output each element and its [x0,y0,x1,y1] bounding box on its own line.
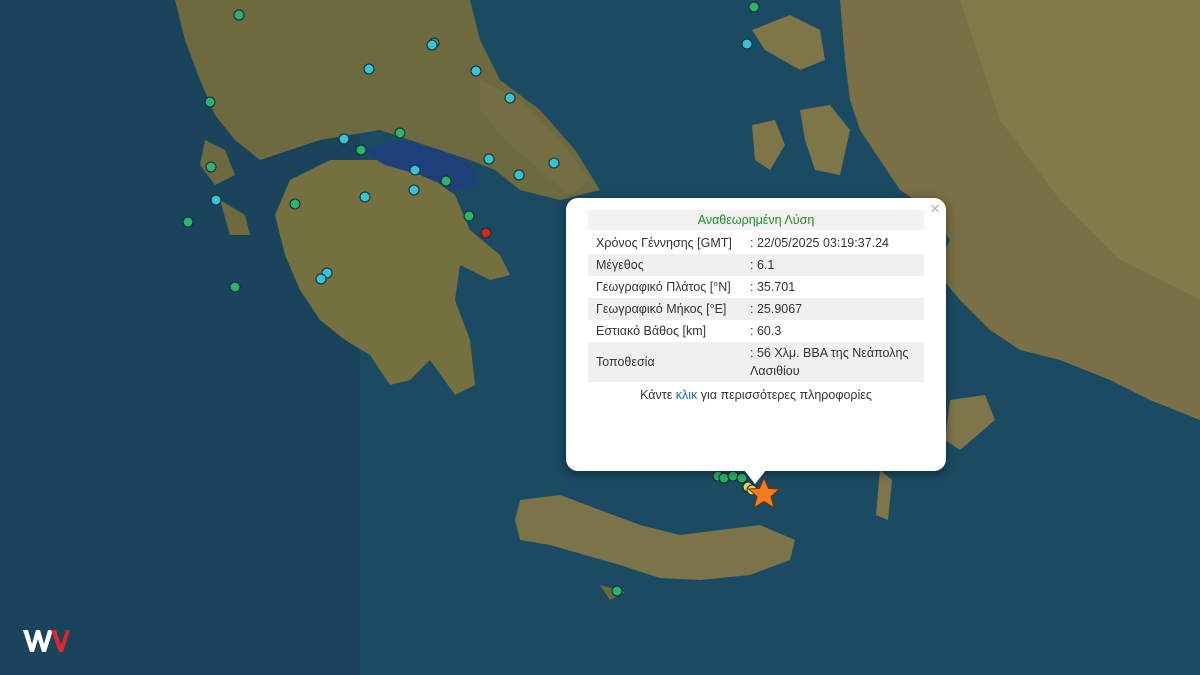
detail-value: : 60.3 [742,320,924,342]
detail-row-origin-time: Χρόνος Γέννησης [GMT] : 22/05/2025 03:19… [588,232,924,254]
detail-value: : 6.1 [742,254,924,276]
earthquake-marker[interactable] [408,184,420,196]
detail-row-latitude: Γεωγραφικό Πλάτος [°N] : 35.701 [588,276,924,298]
more-info-line: Κάντε κλικ για περισσότερες πληροφορίες [588,388,924,402]
earthquake-marker[interactable] [363,63,375,75]
earthquake-marker[interactable] [548,157,560,169]
earthquake-marker[interactable] [338,133,350,145]
detail-value: : 25.9067 [742,298,924,320]
detail-key: Γεωγραφικό Πλάτος [°N] [588,276,742,298]
earthquake-marker[interactable] [440,175,452,187]
earthquake-marker[interactable] [611,585,623,597]
detail-key: Εστιακό Βάθος [km] [588,320,742,342]
detail-row-depth: Εστιακό Βάθος [km] : 60.3 [588,320,924,342]
detail-key: Γεωγραφικό Μήκος [°E] [588,298,742,320]
detail-row-location: Τοποθεσία : 56 Χλμ. ΒΒΑ της Νεάπολης Λασ… [588,342,924,382]
detail-value: : 22/05/2025 03:19:37.24 [742,232,924,254]
detail-row-magnitude: Μέγεθος : 6.1 [588,254,924,276]
detail-key: Μέγεθος [588,254,742,276]
detail-key: Χρόνος Γέννησης [GMT] [588,232,742,254]
earthquake-marker[interactable] [289,198,301,210]
earthquake-marker[interactable] [470,65,482,77]
earthquake-marker[interactable] [355,144,367,156]
more-info-suffix: για περισσότερες πληροφορίες [697,388,872,402]
earthquake-marker[interactable] [483,153,495,165]
earthquake-marker[interactable] [463,210,475,222]
close-icon[interactable]: × [930,200,940,218]
detail-value: : 35.701 [742,276,924,298]
earthquake-marker[interactable] [205,161,217,173]
earthquake-info-popup: × Αναθεωρημένη Λύση Χρόνος Γέννησης [GMT… [566,198,946,471]
map-view[interactable]: × Αναθεωρημένη Λύση Χρόνος Γέννησης [GMT… [0,0,1200,675]
earthquake-marker[interactable] [741,38,753,50]
earthquake-marker[interactable] [409,164,421,176]
earthquake-marker[interactable] [394,127,406,139]
earthquake-marker[interactable] [748,1,760,13]
earthquake-marker[interactable] [210,194,222,206]
earthquake-marker[interactable] [229,281,241,293]
detail-key: Τοποθεσία [588,342,742,382]
earthquake-marker[interactable] [359,191,371,203]
earthquake-marker[interactable] [480,227,492,239]
earthquake-marker[interactable] [504,92,516,104]
earthquake-details-table: Χρόνος Γέννησης [GMT] : 22/05/2025 03:19… [588,232,924,382]
earthquake-marker[interactable] [513,169,525,181]
earthquake-marker[interactable] [233,9,245,21]
more-info-link[interactable]: κλικ [676,388,698,402]
detail-value: : 56 Χλμ. ΒΒΑ της Νεάπολης Λασιθίου [742,342,924,382]
popup-pointer [744,470,766,484]
popup-title: Αναθεωρημένη Λύση [588,210,924,230]
detail-row-longitude: Γεωγραφικό Μήκος [°E] : 25.9067 [588,298,924,320]
wv-logo-icon [23,630,70,652]
earthquake-marker[interactable] [426,39,438,51]
earthquake-marker[interactable] [182,216,194,228]
earthquake-marker[interactable] [204,96,216,108]
more-info-prefix: Κάντε [640,388,676,402]
earthquake-marker[interactable] [315,273,327,285]
